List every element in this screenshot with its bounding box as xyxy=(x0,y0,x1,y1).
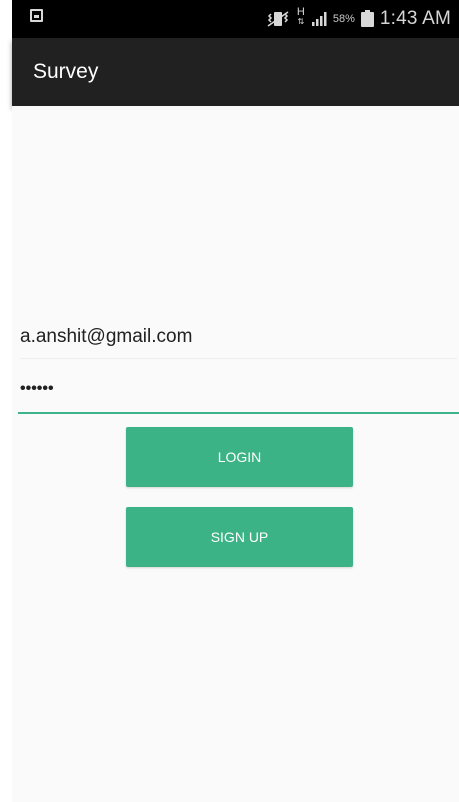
battery-percent: 58% xyxy=(332,13,355,25)
gallery-icon xyxy=(30,9,43,22)
app-title: Survey xyxy=(33,60,99,83)
status-bar: H ⇅ 58% 1:43 AM xyxy=(12,0,459,38)
email-field[interactable]: a.anshit@gmail.com xyxy=(20,317,457,357)
status-time: 1:43 AM xyxy=(379,8,451,29)
signal-icon xyxy=(311,11,327,27)
battery-icon xyxy=(360,9,374,27)
network-type-icon: H ⇅ xyxy=(296,6,305,27)
login-screen: a.anshit@gmail.com •••••• LOGIN SIGN UP xyxy=(12,106,459,802)
password-field-underline xyxy=(18,412,459,414)
vibrate-icon xyxy=(265,10,291,28)
network-type-label: H xyxy=(296,6,305,18)
signup-button[interactable]: SIGN UP xyxy=(126,507,353,567)
password-field[interactable]: •••••• xyxy=(20,369,457,409)
email-field-divider xyxy=(20,358,457,359)
app-bar: Survey xyxy=(12,38,459,106)
login-button[interactable]: LOGIN xyxy=(126,427,353,487)
status-indicators: H ⇅ 58% 1:43 AM xyxy=(265,0,451,38)
